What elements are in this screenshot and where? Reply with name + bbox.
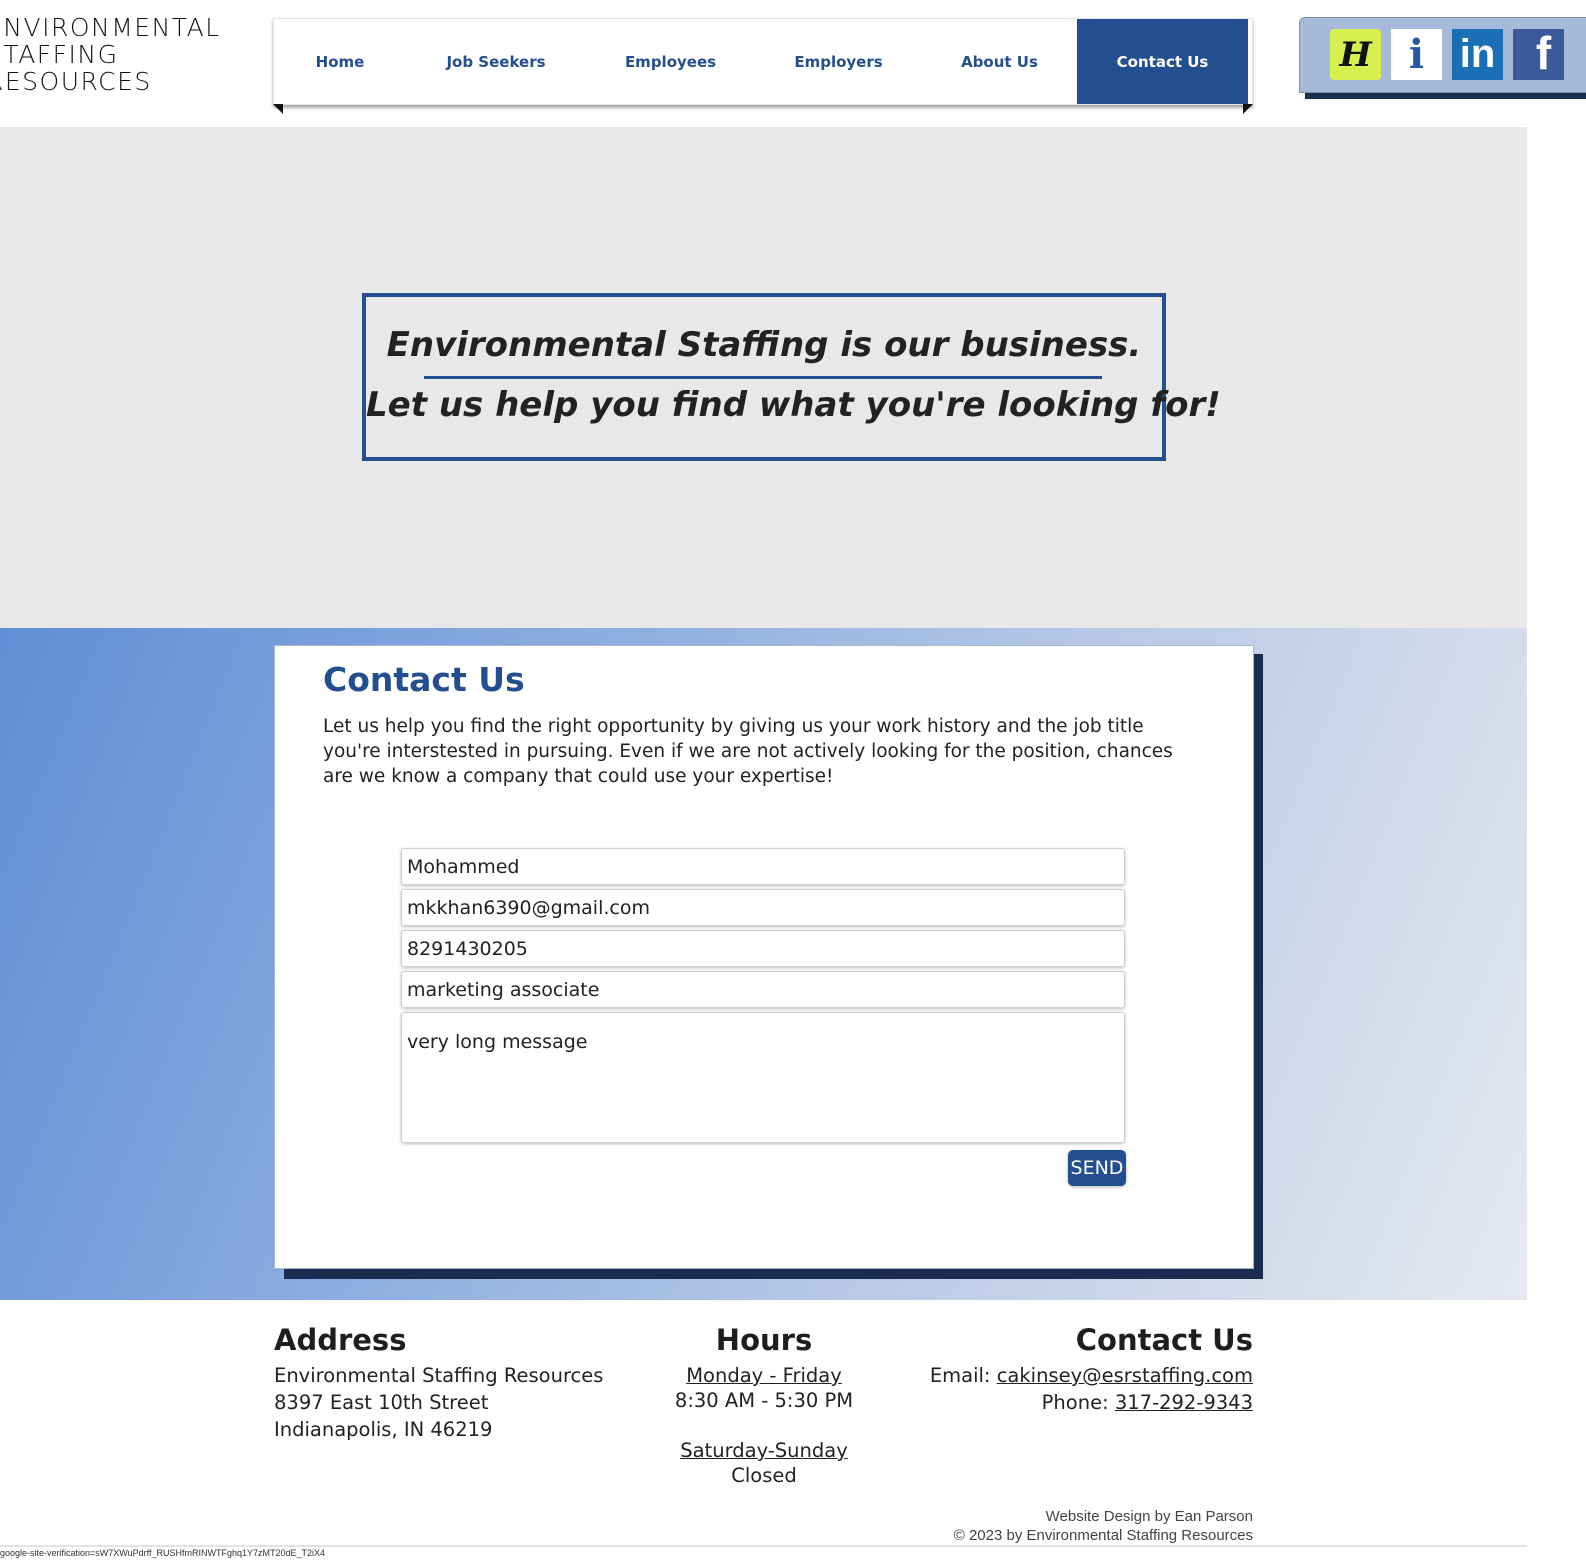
tagline-line-2: Let us help you find what you're looking… <box>366 385 1221 425</box>
verification-text: google-site-verification=sW7XWuPdrff_RUS… <box>0 1548 326 1558</box>
send-button[interactable]: SEND <box>1068 1150 1126 1186</box>
hours-heading: Hours <box>715 1323 813 1357</box>
copyright: © 2023 by Environmental Staffing Resourc… <box>953 1527 1253 1544</box>
indeed-icon[interactable]: i <box>1391 29 1442 80</box>
nav-item-about-us[interactable]: About Us <box>922 19 1077 104</box>
site-logo[interactable]: ENVIRONMENTAL STAFFING RESOURCES <box>0 14 248 106</box>
email-field[interactable] <box>401 889 1125 926</box>
job-title-field[interactable] <box>401 971 1125 1008</box>
email-label: Email: <box>929 1364 997 1387</box>
logo-line-3: RESOURCES <box>0 67 152 96</box>
tagline-divider <box>424 376 1102 379</box>
footer-contact-heading: Contact Us <box>1075 1323 1253 1357</box>
nav-item-home[interactable]: Home <box>274 19 406 104</box>
nav-corner-left <box>273 104 283 114</box>
nav-item-employees[interactable]: Employees <box>586 19 755 104</box>
nav-item-employers[interactable]: Employers <box>755 19 922 104</box>
social-bar: H i in f <box>1299 17 1586 93</box>
phone-field[interactable] <box>401 930 1125 967</box>
footer-divider <box>0 1545 1527 1547</box>
weekday-label: Monday - Friday <box>686 1364 842 1387</box>
weekday-hours: 8:30 AM - 5:30 PM <box>674 1389 854 1412</box>
address-line-1: Environmental Staffing Resources <box>274 1364 604 1387</box>
logo-line-2: STAFFING <box>0 40 119 69</box>
phone-label: Phone: <box>1041 1391 1115 1414</box>
address-line-3: Indianapolis, IN 46219 <box>274 1418 493 1441</box>
h-icon[interactable]: H <box>1330 29 1381 80</box>
footer-email-row: Email: cakinsey@esrstaffing.com <box>930 1362 1253 1389</box>
weekend-hours: Closed <box>731 1464 797 1487</box>
contact-title: Contact Us <box>323 660 525 699</box>
main-nav: Home Job Seekers Employees Employers Abo… <box>273 18 1253 105</box>
name-field[interactable] <box>401 848 1125 885</box>
weekend-label: Saturday-Sunday <box>680 1439 848 1462</box>
nav-item-contact-us[interactable]: Contact Us <box>1077 19 1248 104</box>
footer-phone-row: Phone: 317-292-9343 <box>1042 1389 1253 1416</box>
tagline-box: Environmental Staffing is our business. … <box>362 293 1221 461</box>
email-link[interactable]: cakinsey@esrstaffing.com <box>997 1364 1253 1387</box>
linkedin-icon[interactable]: in <box>1452 29 1503 80</box>
message-field[interactable]: very long message <box>401 1012 1125 1143</box>
contact-card: Contact Us Let us help you find the righ… <box>274 645 1254 1269</box>
nav-corner-right <box>1243 104 1253 114</box>
logo-line-1: ENVIRONMENTAL <box>0 13 221 42</box>
facebook-icon[interactable]: f <box>1513 27 1564 80</box>
nav-item-job-seekers[interactable]: Job Seekers <box>406 19 586 104</box>
phone-link[interactable]: 317-292-9343 <box>1115 1391 1253 1414</box>
address-line-2: 8397 East 10th Street <box>274 1391 489 1414</box>
contact-intro: Let us help you find the right opportuni… <box>323 716 1173 787</box>
address-heading: Address <box>274 1323 407 1357</box>
tagline-line-1: Environmental Staffing is our business. <box>386 325 1142 365</box>
design-credit: Website Design by Ean Parson <box>1045 1508 1253 1525</box>
